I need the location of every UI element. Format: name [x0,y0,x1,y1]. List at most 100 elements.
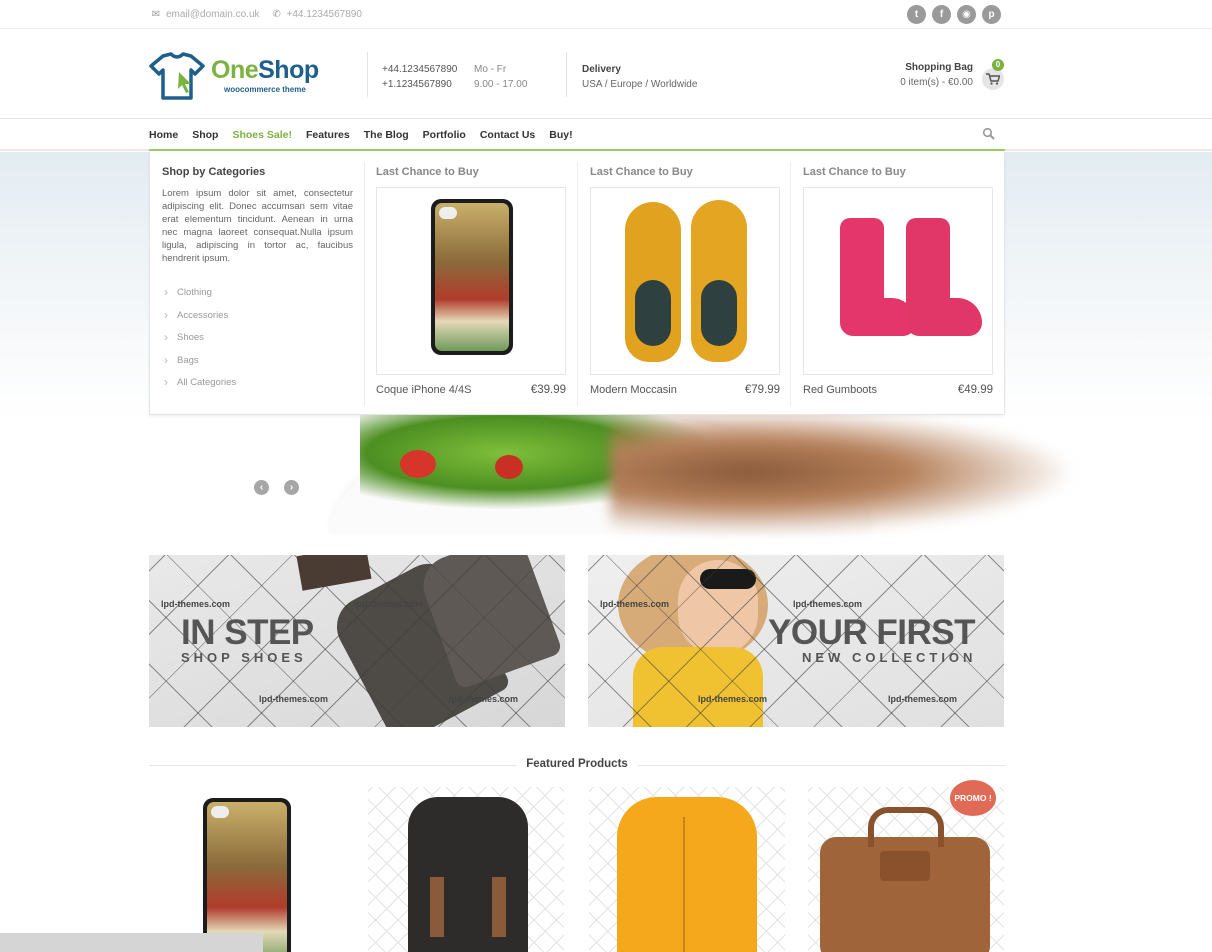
banner-watermark: lpd-themes.com [600,599,670,609]
delivery-info: Delivery USA / Europe / Worldwide [582,62,697,92]
shopping-bag[interactable]: Shopping Bag 0 item(s) - €0.00 [900,60,973,90]
phone-numbers: +44.1234567890 +1.1234567890 [382,62,457,92]
header-divider [367,52,368,97]
facebook-icon[interactable]: f [932,5,951,24]
phone-contact[interactable]: ✆ +44.1234567890 [270,9,362,20]
menu-product-card[interactable]: Last Chance to Buy Red Gumboots €49.99 [803,166,993,396]
tshirt-logo-icon [149,52,205,100]
banner-watermark: lpd-themes.com [354,599,424,609]
featured-product-iphone-case[interactable] [149,787,345,952]
slider-tomato-image [400,450,436,478]
brand-shop: Shop [258,56,319,84]
menu-product-card[interactable]: Last Chance to Buy Coque iPhone 4/4S €39… [376,166,566,396]
banner-watermark: lpd-themes.com [259,694,329,704]
category-link-shoes[interactable]: Shoes [162,330,353,355]
nav-item-features[interactable]: Features [306,129,350,141]
rss-icon[interactable]: ◉ [957,5,976,24]
leather-bag-image [820,837,990,952]
arrow-left-icon[interactable]: ‹ [254,480,269,495]
product-image-gumboots[interactable] [803,187,993,375]
cart-icon[interactable] [982,68,1004,90]
email-contact[interactable]: ✉ email@domain.co.uk [149,9,260,20]
promo-banner-shoes[interactable]: IN STEP SHOP SHOES lpd-themes.com lpd-th… [149,555,565,727]
header-divider [566,52,567,97]
banner-watermark: lpd-themes.com [698,694,768,704]
promo-badge: PROMO ! [950,780,996,816]
bag-summary: 0 item(s) - €0.00 [900,77,973,88]
menu-product-card[interactable]: Last Chance to Buy Modern Moccasin €79.9… [590,166,780,396]
mega-menu-dropdown: Shop by Categories Lorem ipsum dolor sit… [149,152,1005,415]
column-divider [364,162,365,406]
product-name[interactable]: Red Gumboots [803,384,877,396]
nav-active-underline [149,149,1005,151]
nav-item-home[interactable]: Home [149,129,178,141]
banner-watermark: lpd-themes.com [449,694,519,704]
product-heading: Last Chance to Buy [376,166,479,178]
slider-food-image [610,410,1070,534]
featured-product-jacket[interactable] [589,787,785,952]
product-image-moccasin[interactable] [590,187,780,375]
product-name[interactable]: Coque iPhone 4/4S [376,384,471,396]
nav-item-buy[interactable]: Buy! [549,129,572,141]
email-text: email@domain.co.uk [166,9,260,20]
nav-item-blog[interactable]: The Blog [364,129,409,141]
product-price: €49.99 [957,384,993,396]
nav-item-contact[interactable]: Contact Us [480,129,535,141]
product-meta: Modern Moccasin €79.99 [590,384,780,396]
phone-secondary: +1.1234567890 [382,79,452,90]
product-name[interactable]: Modern Moccasin [590,384,677,396]
site-header: OneShop woocommerce theme +44.1234567890… [0,30,1212,119]
banner-watermark: lpd-themes.com [793,599,863,609]
twitter-icon[interactable]: t [907,5,926,24]
phone-text: +44.1234567890 [286,9,362,20]
delivery-title: Delivery [582,64,621,75]
category-link-accessories[interactable]: Accessories [162,308,353,333]
banner-subtitle: NEW COLLECTION [802,650,977,665]
nav-item-shop[interactable]: Shop [192,129,218,141]
nav-item-portfolio[interactable]: Portfolio [423,129,466,141]
product-meta: Red Gumboots €49.99 [803,384,993,396]
slider-controls: ‹ › [254,480,299,495]
jacket-image [617,797,757,952]
product-price: €39.99 [530,384,566,396]
horizontal-scrollbar[interactable] [0,933,263,952]
promo-banner-collection[interactable]: YOUR FIRST NEW COLLECTION lpd-themes.com… [588,555,1004,727]
nav-menu: Home Shop Shoes Sale! Features The Blog … [149,129,587,141]
phone-case-image [431,199,513,355]
cart-count-badge: 0 [992,59,1004,71]
arrow-right-icon[interactable]: › [284,480,299,495]
moccasin-left-image [625,202,681,362]
site-logo[interactable]: OneShop woocommerce theme [149,50,339,100]
product-heading: Last Chance to Buy [590,166,693,178]
delivery-regions: USA / Europe / Worldwide [582,79,698,90]
featured-products-heading: Featured Products [149,758,1005,772]
product-meta: Coque iPhone 4/4S €39.99 [376,384,566,396]
opening-times: 9.00 - 17.00 [474,79,528,90]
opening-hours: Mo - Fr 9.00 - 17.00 [474,62,527,92]
social-links: t f ◉ p [907,5,1001,24]
banner-title: YOUR FIRST [768,613,975,652]
opening-days: Mo - Fr [474,64,507,75]
categories-title: Shop by Categories [162,166,266,178]
backpack-image [408,797,528,952]
phone-primary: +44.1234567890 [382,64,458,75]
brand-tagline: woocommerce theme [224,85,306,94]
brand-one: One [211,56,259,84]
category-list: Clothing Accessories Shoes Bags All Cate… [162,285,353,400]
pinterest-icon[interactable]: p [982,5,1001,24]
product-price: €79.99 [744,384,780,396]
search-icon[interactable] [982,127,996,144]
featured-product-backpack[interactable] [368,787,564,952]
categories-column: Shop by Categories Lorem ipsum dolor sit… [162,166,353,400]
category-link-clothing[interactable]: Clothing [162,285,353,310]
contact-info: ✉ email@domain.co.uk ✆ +44.1234567890 [149,9,362,20]
category-link-all[interactable]: All Categories [162,375,353,400]
column-divider [577,162,578,406]
nav-item-shoes-sale[interactable]: Shoes Sale! [232,129,292,141]
envelope-icon: ✉ [151,9,161,20]
banner-subtitle: SHOP SHOES [181,650,307,665]
bag-title: Shopping Bag [905,62,973,73]
banner-watermark: lpd-themes.com [161,599,231,609]
category-link-bags[interactable]: Bags [162,353,353,378]
product-image-iphone-case[interactable] [376,187,566,375]
